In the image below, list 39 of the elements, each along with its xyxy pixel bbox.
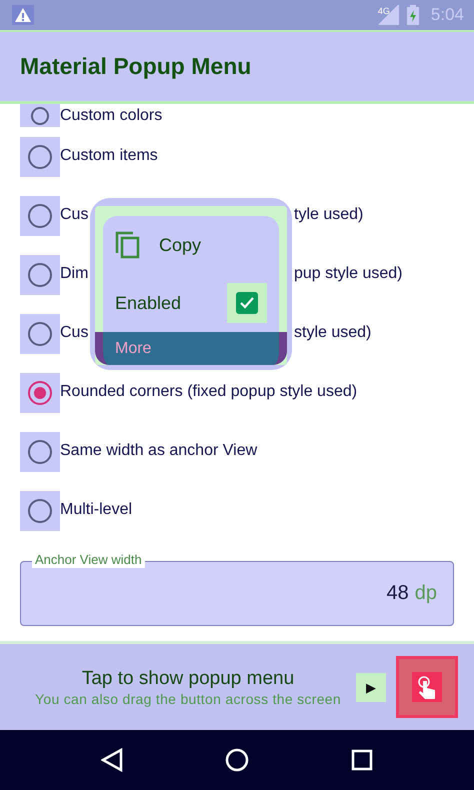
option-label: Multi-level xyxy=(60,500,132,520)
radio-button[interactable] xyxy=(28,204,52,228)
option-label: tyle used) xyxy=(294,205,364,226)
field-value: 48 xyxy=(386,582,409,605)
hint-title: Tap to show popup menu xyxy=(82,668,294,690)
checkbox[interactable] xyxy=(236,292,258,314)
option-label: Dim xyxy=(60,264,90,284)
option-label: Cus xyxy=(60,323,90,344)
option-label: Custom colors xyxy=(60,106,162,126)
copy-icon xyxy=(115,231,141,259)
radio-button[interactable] xyxy=(28,144,52,168)
option-label: Cus xyxy=(60,205,90,226)
radio-button[interactable] xyxy=(28,322,52,346)
radio-button[interactable] xyxy=(28,498,52,522)
home-icon[interactable] xyxy=(225,748,249,772)
option-label: Same width as anchor View xyxy=(60,441,258,462)
hint-text: You can also drag the button across the screen xyxy=(35,690,341,706)
battery-icon xyxy=(406,5,419,25)
menu-item[interactable]: Enabled xyxy=(115,292,209,314)
back-icon[interactable] xyxy=(101,748,123,772)
recents-icon[interactable] xyxy=(351,749,373,771)
field-label: Anchor View width xyxy=(32,552,145,568)
check-icon xyxy=(239,296,255,310)
network-indicator: 4G xyxy=(376,5,399,25)
radio-button[interactable] xyxy=(28,440,52,464)
option-label: Rounded corners (fixed popup style used) xyxy=(60,382,358,402)
clock: 5:04 xyxy=(430,5,464,25)
option-label: pup style used) xyxy=(294,264,403,284)
popup-button[interactable] xyxy=(396,656,458,718)
tap-icon xyxy=(412,672,442,702)
unit-suffix: dp xyxy=(414,582,437,605)
arrow-button[interactable]: ▶ xyxy=(356,672,386,702)
app-title: Material Popup Menu xyxy=(20,53,252,80)
radio-button[interactable] xyxy=(28,380,52,404)
radio-button[interactable] xyxy=(28,262,52,286)
radio-button[interactable] xyxy=(31,106,49,124)
option-label: style used) xyxy=(294,323,372,344)
option-label: Custom items xyxy=(60,146,158,166)
warning-icon xyxy=(12,5,34,25)
